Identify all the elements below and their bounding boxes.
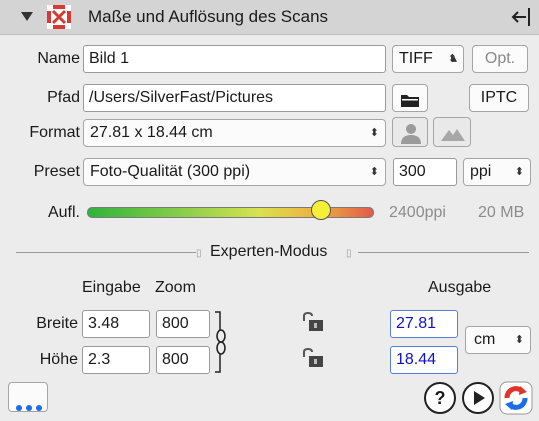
help-icon: ? bbox=[434, 388, 446, 408]
scan-dimensions-icon bbox=[47, 5, 71, 29]
width-label: Breite bbox=[36, 315, 78, 332]
mountain-icon bbox=[441, 124, 465, 150]
resolution-slider-track[interactable] bbox=[87, 207, 374, 218]
panel-title: Maße und Auflösung des Scans bbox=[88, 7, 329, 26]
name-field[interactable]: Bild 1 bbox=[83, 45, 386, 73]
expert-mode-label: Experten-Modus bbox=[210, 243, 328, 260]
file-format-value: TIFF bbox=[399, 50, 433, 67]
path-label: Pfad bbox=[47, 89, 80, 106]
play-button[interactable] bbox=[462, 382, 494, 414]
play-icon bbox=[474, 391, 485, 405]
resolution-ppi-readout: 2400ppi bbox=[389, 204, 446, 221]
path-field[interactable]: /Users/SilverFast/Pictures bbox=[83, 84, 386, 112]
ppi-unit-value: ppi bbox=[470, 163, 492, 180]
format-value: 27.81 x 18.44 cm bbox=[90, 124, 213, 141]
height-zoom-field[interactable]: 800 bbox=[156, 346, 210, 374]
landscape-orientation-button[interactable] bbox=[433, 117, 471, 147]
width-input-field[interactable]: 3.48 bbox=[82, 310, 150, 338]
height-label: Höhe bbox=[39, 351, 78, 368]
divider-right bbox=[358, 252, 529, 253]
person-icon bbox=[400, 122, 422, 153]
folder-browse-button[interactable] bbox=[392, 84, 428, 112]
output-unit-value: cm bbox=[474, 331, 496, 348]
folder-icon bbox=[400, 91, 420, 117]
preset-value: Foto-Qualität (300 ppi) bbox=[90, 163, 251, 180]
height-lock-icon[interactable] bbox=[301, 347, 325, 373]
ppi-unit-select[interactable]: ppi ⬍ bbox=[463, 158, 531, 186]
ellipsis-icon bbox=[15, 395, 43, 421]
height-input-field[interactable]: 2.3 bbox=[82, 346, 150, 374]
help-button[interactable]: ? bbox=[424, 382, 456, 414]
width-zoom-field[interactable]: 800 bbox=[156, 310, 210, 338]
file-format-select[interactable]: TIFF ▴ ⬍ bbox=[392, 45, 464, 73]
resolution-slider-thumb[interactable] bbox=[310, 200, 331, 220]
format-label: Format bbox=[29, 124, 80, 141]
grip-icon: ▯ bbox=[196, 248, 202, 259]
column-zoom-header: Zoom bbox=[155, 279, 196, 296]
format-select[interactable]: 27.81 x 18.44 cm ⬍ bbox=[83, 119, 386, 147]
resolution-label: Aufl. bbox=[47, 204, 80, 221]
select-arrows-icon: ⬍ bbox=[514, 334, 524, 346]
preset-label: Preset bbox=[33, 163, 80, 180]
file-size-readout: 20 MB bbox=[478, 204, 525, 221]
preset-select[interactable]: Foto-Qualität (300 ppi) ⬍ bbox=[83, 158, 386, 186]
divider-left bbox=[16, 252, 196, 253]
ppi-field[interactable]: 300 bbox=[393, 158, 457, 186]
select-arrows-icon: ⬍ bbox=[369, 127, 379, 139]
expert-mode-toggle[interactable]: ▯ Experten-Modus ▯ bbox=[196, 242, 358, 264]
width-output-field[interactable]: 27.81 bbox=[390, 310, 458, 338]
collapse-triangle-icon[interactable] bbox=[21, 12, 33, 21]
select-arrows-icon: ⬍ bbox=[369, 166, 379, 178]
select-arrows-icon: ⬍ bbox=[514, 166, 524, 178]
name-label: Name bbox=[37, 50, 80, 67]
chain-link-icon[interactable] bbox=[213, 310, 229, 379]
reset-button[interactable] bbox=[499, 381, 533, 415]
output-unit-select[interactable]: cm ⬍ bbox=[465, 326, 531, 354]
reset-icon bbox=[499, 381, 533, 415]
grip-icon: ▯ bbox=[346, 248, 352, 259]
options-button[interactable]: Opt. bbox=[472, 45, 528, 73]
more-options-button[interactable] bbox=[8, 382, 48, 412]
column-input-header: Eingabe bbox=[82, 279, 141, 296]
select-arrows-icon: ⬍ bbox=[447, 53, 457, 65]
height-output-field[interactable]: 18.44 bbox=[390, 346, 458, 374]
column-output-header: Ausgabe bbox=[428, 279, 492, 296]
width-lock-icon[interactable] bbox=[301, 311, 325, 337]
portrait-orientation-button[interactable] bbox=[392, 117, 428, 147]
iptc-button[interactable]: IPTC bbox=[469, 84, 529, 112]
detach-panel-icon[interactable] bbox=[508, 5, 532, 29]
